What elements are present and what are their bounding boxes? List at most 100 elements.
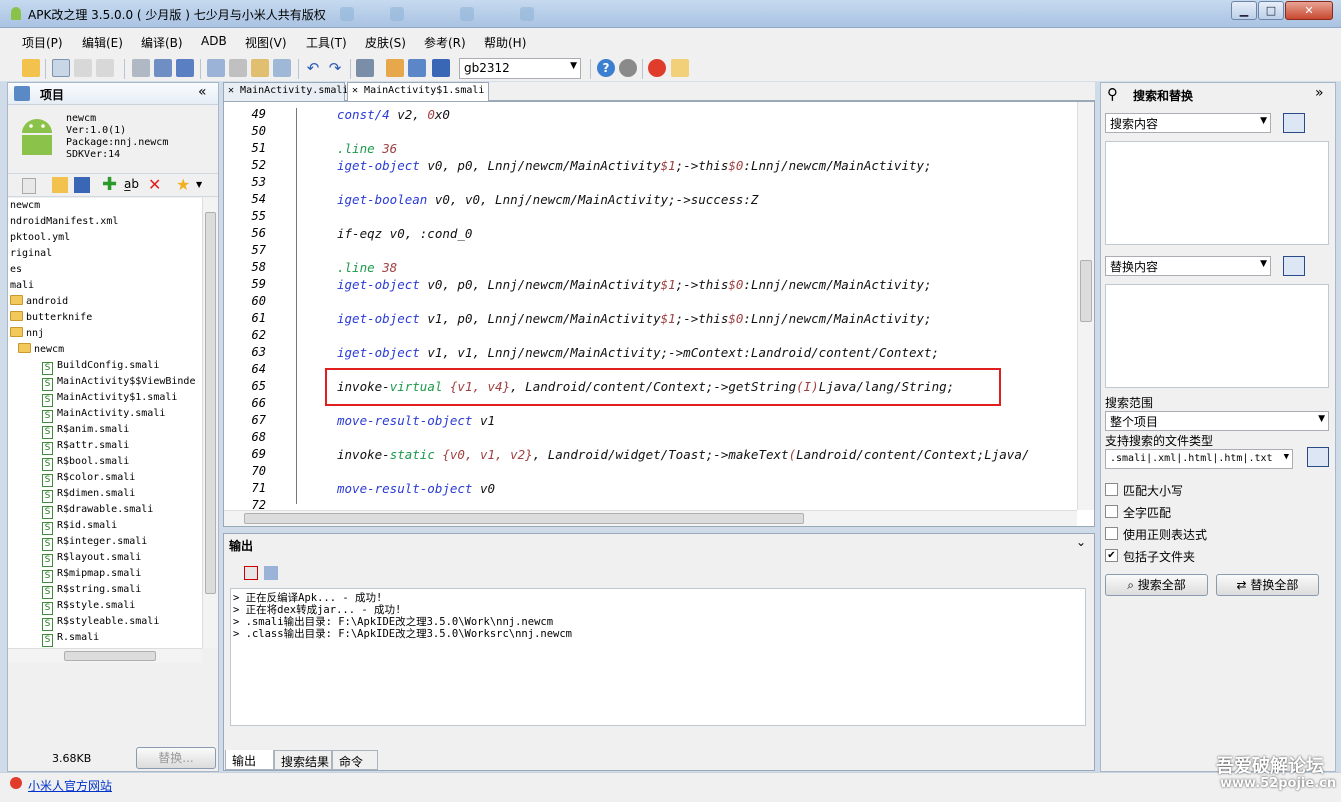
tree-item[interactable]: S R$anim.smali <box>42 422 129 439</box>
menu-build[interactable]: 编译(B) <box>141 34 183 51</box>
tree-item[interactable]: android <box>10 294 68 310</box>
encoding-select[interactable]: gb2312 ▼ <box>459 58 581 79</box>
website-link[interactable]: 小米人官方网站 <box>28 777 112 794</box>
search-input[interactable]: 搜索内容 ▼ <box>1105 113 1271 133</box>
redo-icon[interactable]: ↷ <box>326 59 344 77</box>
tree-item[interactable]: S R$attr.smali <box>42 438 129 455</box>
menu-skin[interactable]: 皮肤(S) <box>365 34 406 51</box>
favorites-icon[interactable]: ★ <box>176 175 190 194</box>
open-icon[interactable] <box>22 59 40 77</box>
tree-item[interactable]: S MainActivity.smali <box>42 406 165 423</box>
tree-horizontal-scrollbar[interactable] <box>8 648 202 663</box>
tree-item[interactable]: S R$dimen.smali <box>42 486 135 503</box>
page-icon[interactable] <box>22 178 36 194</box>
editor-vertical-scrollbar[interactable] <box>1077 102 1094 510</box>
chevron-down-icon[interactable]: ▼ <box>196 180 202 189</box>
code-line[interactable]: .line 38 <box>337 260 397 275</box>
tree-item[interactable]: newcm <box>10 198 40 214</box>
menu-edit[interactable]: 编辑(E) <box>82 34 123 51</box>
help-icon[interactable]: ? <box>597 59 615 77</box>
undo-icon[interactable]: ↶ <box>304 59 322 77</box>
menu-help[interactable]: 帮助(H) <box>484 34 526 51</box>
save-all-icon[interactable] <box>176 59 194 77</box>
scope-select[interactable]: 整个项目 ▼ <box>1105 411 1329 431</box>
editor-horizontal-scrollbar[interactable] <box>224 510 1077 526</box>
tree-item[interactable]: S BuildConfig.smali <box>42 358 159 375</box>
code-line[interactable]: iget-object v0, p0, Lnnj/newcm/MainActiv… <box>337 277 932 292</box>
close-button[interactable]: ✕ <box>1285 1 1333 20</box>
locate-icon[interactable] <box>74 177 90 193</box>
clear-output-icon[interactable] <box>244 566 258 580</box>
tree-item[interactable]: es <box>10 262 22 278</box>
install-icon[interactable] <box>432 59 450 77</box>
save-as-icon[interactable] <box>154 59 172 77</box>
tab-command[interactable]: 命令 <box>332 750 378 770</box>
collapse-output-icon[interactable]: ⌄ <box>1076 535 1086 549</box>
tree-item[interactable]: S R$layout.smali <box>42 550 141 567</box>
tree-item[interactable]: mali <box>10 278 34 294</box>
code-line[interactable]: iget-object v1, v1, Lnnj/newcm/MainActiv… <box>337 345 939 360</box>
search-icon[interactable] <box>356 59 374 77</box>
menu-adb[interactable]: ADB <box>201 34 227 48</box>
collapse-icon[interactable]: « <box>198 84 207 100</box>
search-options-icon[interactable] <box>1283 113 1305 133</box>
option-checkbox[interactable] <box>1105 483 1118 496</box>
option-checkbox[interactable]: ✔ <box>1105 549 1118 562</box>
menu-view[interactable]: 视图(V) <box>245 34 287 51</box>
tree-item[interactable]: S R$style.smali <box>42 598 135 615</box>
menu-reference[interactable]: 参考(R) <box>424 34 466 51</box>
copy-output-icon[interactable] <box>264 566 278 580</box>
tree-item[interactable]: S MainActivity$$ViewBinde <box>42 374 195 391</box>
sign-icon[interactable] <box>408 59 426 77</box>
code-editor[interactable]: 49 50 51 52 53 54 55 56 57 58 59 60 61 62 63 64 65 66 67 68… <box>223 101 1095 527</box>
tree-item[interactable]: butterknife <box>10 310 92 326</box>
tree-item[interactable]: S MainActivity$1.smali <box>42 390 177 407</box>
tree-item[interactable]: riginal <box>10 246 52 262</box>
tree-item[interactable]: nnj <box>10 326 44 342</box>
tree-item[interactable]: newcm <box>18 342 64 358</box>
replace-text-area[interactable] <box>1105 284 1329 388</box>
find-replace-icon[interactable] <box>273 59 291 77</box>
search-text-area[interactable] <box>1105 141 1329 245</box>
option-checkbox[interactable] <box>1105 505 1118 518</box>
code-line[interactable]: if-eqz v0, :cond_0 <box>337 226 472 241</box>
tree-item[interactable]: ndroidManifest.xml <box>10 214 118 230</box>
tree-item[interactable]: S R.smali <box>42 630 99 647</box>
bug-icon[interactable] <box>619 59 637 77</box>
copy-icon[interactable] <box>207 59 225 77</box>
code-line[interactable]: invoke-static {v0, v1, v2}, Landroid/wid… <box>337 447 1029 462</box>
tree-item[interactable]: S R$id.smali <box>42 518 117 535</box>
add-icon[interactable]: ✚ <box>102 174 117 195</box>
tree-vertical-scrollbar[interactable] <box>202 198 218 648</box>
code-line[interactable]: .line 36 <box>337 141 397 156</box>
filetypes-select[interactable]: .smali|.xml|.html|.htm|.txt ▼ <box>1105 449 1293 469</box>
tab-search-results[interactable]: 搜索结果 <box>274 750 332 770</box>
search-all-button[interactable]: ⌕ 搜索全部 <box>1105 574 1208 596</box>
tree-item[interactable]: S R$color.smali <box>42 470 135 487</box>
build-icon[interactable] <box>386 59 404 77</box>
replace-input[interactable]: 替换内容 ▼ <box>1105 256 1271 276</box>
code-line[interactable]: iget-boolean v0, v0, Lnnj/newcm/MainActi… <box>337 192 758 207</box>
filetypes-options-icon[interactable] <box>1307 447 1329 467</box>
replace-all-button[interactable]: ⇄ 替换全部 <box>1216 574 1319 596</box>
tree-item[interactable]: S R$string.smali <box>42 582 141 599</box>
paste-icon[interactable] <box>251 59 269 77</box>
weibo-icon[interactable] <box>648 59 666 77</box>
tab-mainactivity-1[interactable]: ✕ MainActivity$1.smali <box>347 82 489 101</box>
rename-icon[interactable]: a̲b <box>124 177 139 191</box>
replace-options-icon[interactable] <box>1283 256 1305 276</box>
print-icon[interactable] <box>74 59 92 77</box>
open-folder-icon[interactable] <box>52 177 68 193</box>
delete-icon[interactable]: ✕ <box>148 175 161 194</box>
tab-mainactivity[interactable]: ✕ MainActivity.smali <box>223 82 348 101</box>
minimize-button[interactable]: ▁ <box>1231 1 1257 20</box>
code-line[interactable]: move-result-object v0 <box>337 481 495 496</box>
expand-icon[interactable]: » <box>1315 85 1324 101</box>
save-icon[interactable] <box>132 59 150 77</box>
tree-item[interactable]: S R$drawable.smali <box>42 502 153 519</box>
maximize-button[interactable]: □ <box>1258 1 1284 20</box>
tree-item[interactable]: S R$bool.smali <box>42 454 129 471</box>
new-icon[interactable] <box>52 59 70 77</box>
menu-tools[interactable]: 工具(T) <box>306 34 347 51</box>
tree-item[interactable]: S R$integer.smali <box>42 534 147 551</box>
